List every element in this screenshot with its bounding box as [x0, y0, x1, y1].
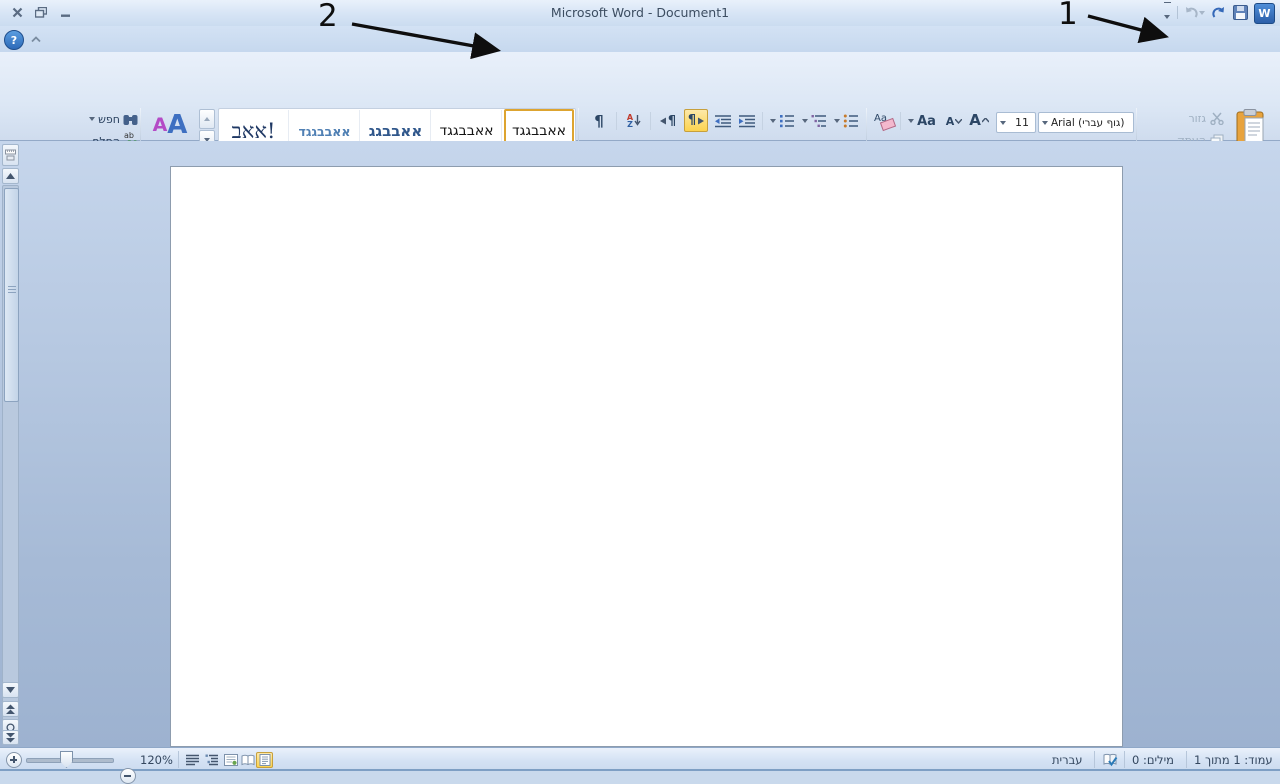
grow-caret-icon — [982, 118, 989, 123]
scroll-up-icon — [6, 173, 15, 179]
zoom-out-button[interactable] — [120, 768, 136, 784]
qat-separator — [1177, 6, 1178, 19]
ruler-icon — [5, 149, 16, 161]
numbering-icon — [779, 114, 794, 128]
outline-view-icon — [205, 754, 218, 766]
scroll-up-button[interactable] — [2, 168, 19, 184]
shrink-caret-icon — [955, 119, 962, 124]
annotation-step-1-label: 1 — [1058, 0, 1078, 32]
vertical-scrollbar-thumb[interactable] — [4, 188, 19, 402]
redo-button[interactable] — [1208, 3, 1228, 22]
scissors-icon — [1210, 112, 1224, 125]
clear-formatting-icon: Aa — [874, 113, 894, 130]
web-layout-icon — [224, 754, 238, 766]
ltr-arrow-icon — [660, 117, 667, 125]
undo-icon — [1184, 6, 1199, 20]
decrease-indent-button[interactable] — [712, 110, 734, 132]
status-bar: 120% עברית מילים: 0 — [0, 747, 1280, 771]
increase-indent-icon — [739, 115, 755, 128]
font-size-dropdown-icon[interactable] — [997, 121, 1009, 125]
rtl-direction-button-active[interactable]: ¶ — [684, 109, 708, 132]
gallery-scroll-up-button — [199, 109, 215, 129]
outline-view-button[interactable] — [203, 752, 220, 768]
vertical-scrollbar-track[interactable] — [2, 185, 19, 721]
redo-icon — [1211, 6, 1226, 20]
binoculars-icon — [123, 113, 138, 126]
font-name-combobox[interactable]: Arial (גוף עברי) — [1038, 112, 1134, 133]
print-layout-view-button-active[interactable] — [256, 752, 273, 768]
cut-button: גזור — [1162, 110, 1224, 127]
draft-view-icon — [186, 754, 199, 766]
rtl-arrow-icon — [697, 117, 704, 125]
window-title: Microsoft Word - Document1 — [0, 5, 1280, 20]
find-button[interactable]: חפש — [62, 110, 138, 128]
ltr-direction-button[interactable]: ¶ — [656, 110, 680, 132]
multilevel-list-icon — [811, 114, 826, 128]
bullets-icon — [843, 114, 858, 128]
bullets-button[interactable] — [832, 110, 860, 132]
save-icon — [1233, 5, 1248, 20]
sort-arrow-icon — [634, 114, 641, 128]
decrease-indent-icon — [715, 115, 731, 128]
increase-indent-button[interactable] — [736, 110, 758, 132]
draft-view-button[interactable] — [184, 752, 201, 768]
undo-button — [1182, 3, 1206, 22]
sort-button[interactable]: A Z — [622, 110, 646, 132]
show-paragraph-marks-button[interactable]: ¶ — [588, 110, 610, 132]
word-app-icon[interactable]: W — [1254, 3, 1275, 24]
paste-clipboard-icon — [1236, 109, 1266, 145]
reading-view-icon — [241, 754, 255, 766]
title-bar: Microsoft Word - Document1 W — [0, 0, 1280, 27]
zoom-in-button[interactable] — [6, 752, 22, 768]
print-layout-icon — [259, 754, 271, 766]
ribbon: חפש החלף ab ac בחר עריכה A A שנה סגנונות — [0, 52, 1280, 141]
font-name-dropdown-icon[interactable] — [1039, 121, 1051, 125]
next-page-button[interactable] — [2, 730, 19, 745]
previous-page-button[interactable] — [2, 701, 19, 717]
scroll-down-icon — [6, 687, 15, 693]
annotation-step-2-label: 2 — [318, 0, 338, 34]
page-indicator-button[interactable]: עמוד: 1 מתוך 1 — [1194, 753, 1273, 767]
spellcheck-icon — [1103, 753, 1118, 767]
language-button[interactable]: עברית — [1052, 753, 1082, 767]
fullscreen-reading-view-button[interactable] — [239, 752, 256, 768]
ribbon-tab-row: ? קובץ בית הוספה פריסת עמוד הפניות דברי … — [0, 26, 1280, 52]
numbering-button[interactable] — [768, 110, 796, 132]
web-layout-view-button[interactable] — [222, 752, 239, 768]
previous-page-icon — [6, 704, 15, 714]
clear-formatting-button[interactable]: Aa — [872, 110, 896, 132]
spellcheck-status-button[interactable] — [1102, 752, 1119, 768]
zoom-slider-thumb[interactable] — [60, 751, 73, 768]
chevron-up-icon — [31, 36, 41, 43]
shrink-font-button[interactable]: A — [942, 110, 966, 132]
grow-font-button[interactable]: A — [966, 108, 992, 132]
change-case-button[interactable]: Aa — [906, 110, 938, 132]
save-button[interactable] — [1230, 3, 1250, 22]
next-page-icon — [6, 733, 15, 743]
multilevel-list-button[interactable] — [800, 110, 828, 132]
font-size-combobox[interactable]: 11 — [996, 112, 1036, 133]
customize-qat-button[interactable] — [1160, 3, 1174, 22]
zoom-level-button[interactable]: 120% — [140, 753, 173, 767]
minimize-ribbon-button[interactable] — [31, 36, 41, 43]
document-page[interactable] — [170, 166, 1123, 747]
scroll-down-button[interactable] — [2, 682, 19, 698]
change-styles-icon: A A — [143, 108, 197, 142]
help-button[interactable]: ? — [4, 30, 24, 50]
document-area — [0, 141, 1280, 747]
word-count-button[interactable]: מילים: 0 — [1132, 753, 1174, 767]
ruler-toggle-button[interactable] — [2, 144, 19, 166]
